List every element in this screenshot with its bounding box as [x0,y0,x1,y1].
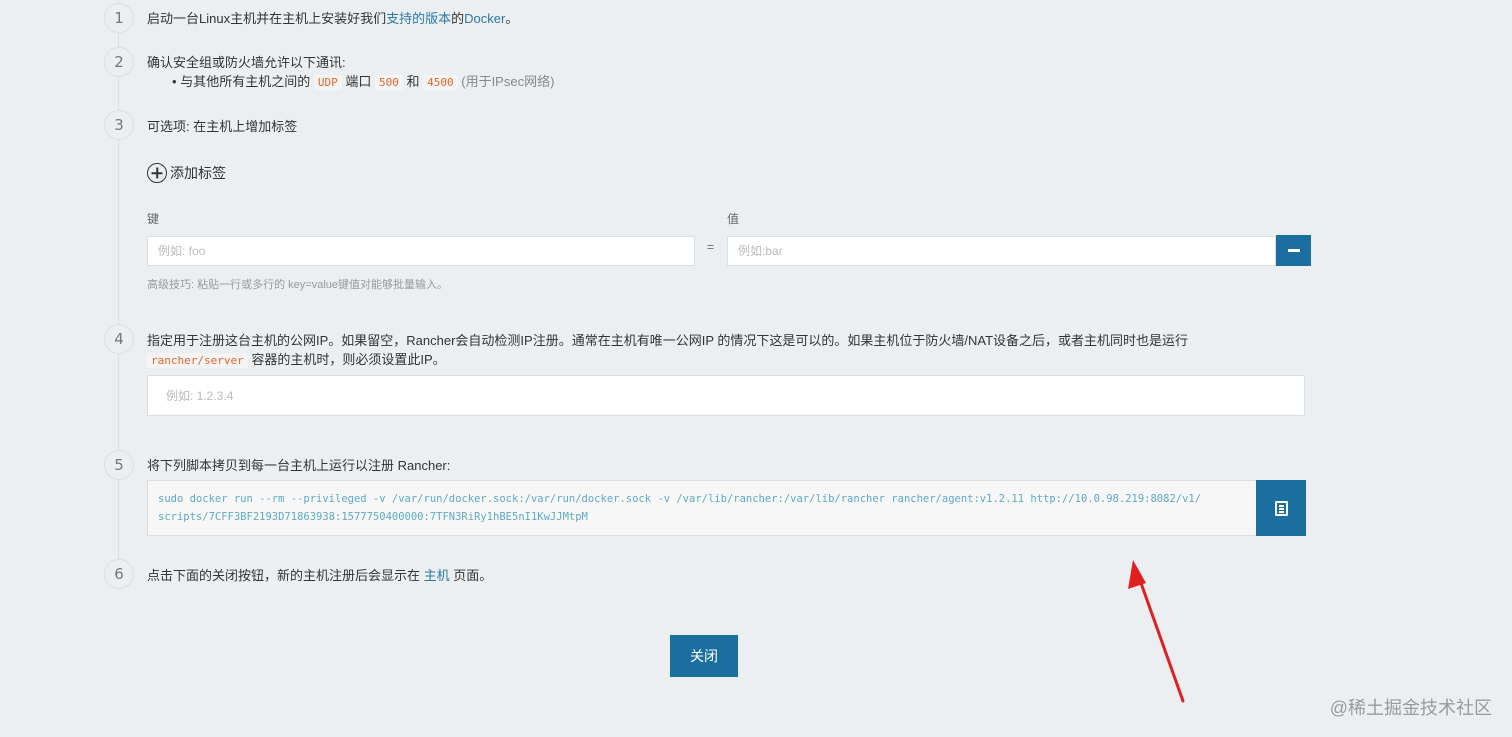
bullet-suffix: (用于IPsec网络) [461,74,555,89]
public-ip-input[interactable] [147,375,1305,416]
docker-link[interactable]: Docker [464,11,505,26]
step-number-4: 4 [104,324,134,354]
steps-timeline [118,0,119,590]
step-number-2: 2 [104,47,134,77]
bullet-and-text: 和 [406,74,420,89]
step-5-text: 将下列脚本拷贝到每一台主机上运行以注册 Rancher: [147,458,451,473]
command-line-2: scripts/7CFF3BF2193D71863938:15777504000… [158,511,588,523]
step-4-line2-suffix: 容器的主机时，则必须设置此IP。 [251,352,446,367]
command-line-1: sudo docker run --rm --privileged -v /va… [158,493,1202,505]
rancher-server-code: rancher/server [147,353,248,368]
step-number-6: 6 [104,559,134,589]
step-2-bullet: • 与其他所有主机之间的 UDP 端口 500 和 4500 (用于IPsec网… [172,71,554,90]
step-1-prefix: 启动一台Linux主机并在主机上安装好我们 [147,11,387,26]
add-tag-button[interactable]: 添加标签 [147,163,226,183]
add-tag-label: 添加标签 [170,165,226,181]
hosts-link[interactable]: 主机 [424,568,450,583]
step-4-line1: 指定用于注册这台主机的公网IP。如果留空，Rancher会自动检测IP注册。通常… [147,333,1189,348]
step-2-text: 确认安全组或防火墙允许以下通讯: [147,55,346,70]
step-6-suffix: 页面。 [453,568,493,583]
step-1-mid: 的 [451,11,465,26]
key-label: 键 [147,212,160,226]
step-number-5: 5 [104,450,134,480]
copy-command-button[interactable] [1256,480,1306,536]
tag-value-input[interactable] [727,236,1276,266]
port-4500-code: 4500 [423,75,458,90]
step-1-suffix: 。 [505,11,519,26]
remove-tag-button[interactable] [1276,235,1311,266]
udp-code: UDP [313,75,342,90]
bullet-prefix: 与其他所有主机之间的 [180,74,311,89]
step-6-prefix: 点击下面的关闭按钮，新的主机注册后会显示在 [147,568,421,583]
registration-command[interactable]: sudo docker run --rm --privileged -v /va… [147,480,1257,536]
tag-key-input[interactable] [147,236,695,266]
paste-hint: 高级技巧: 粘贴一行或多行的 key=value键值对能够批量输入。 [147,279,449,291]
value-label: 值 [727,212,740,226]
step-3-text: 可选项: 在主机上增加标签 [147,119,298,134]
bullet-dot: • [172,74,177,89]
watermark: @稀土掘金技术社区 [1329,698,1492,718]
bullet-port-text: 端口 [345,74,372,89]
step-4-line2: rancher/server 容器的主机时，则必须设置此IP。 [147,349,446,368]
step-number-1: 1 [104,3,134,33]
step-6-text: 点击下面的关闭按钮，新的主机注册后会显示在 主机 页面。 [147,565,492,584]
clipboard-icon [1275,501,1288,516]
red-arrow-annotation [1128,560,1185,703]
supported-versions-link[interactable]: 支持的版本 [386,11,451,26]
step-number-3: 3 [104,110,134,140]
step-1-text: 启动一台Linux主机并在主机上安装好我们支持的版本的Docker。 [147,8,518,27]
close-button[interactable]: 关闭 [670,635,738,677]
equals-sign: = [707,240,715,254]
port-500-code: 500 [374,75,403,90]
plus-circle-icon [147,163,167,183]
